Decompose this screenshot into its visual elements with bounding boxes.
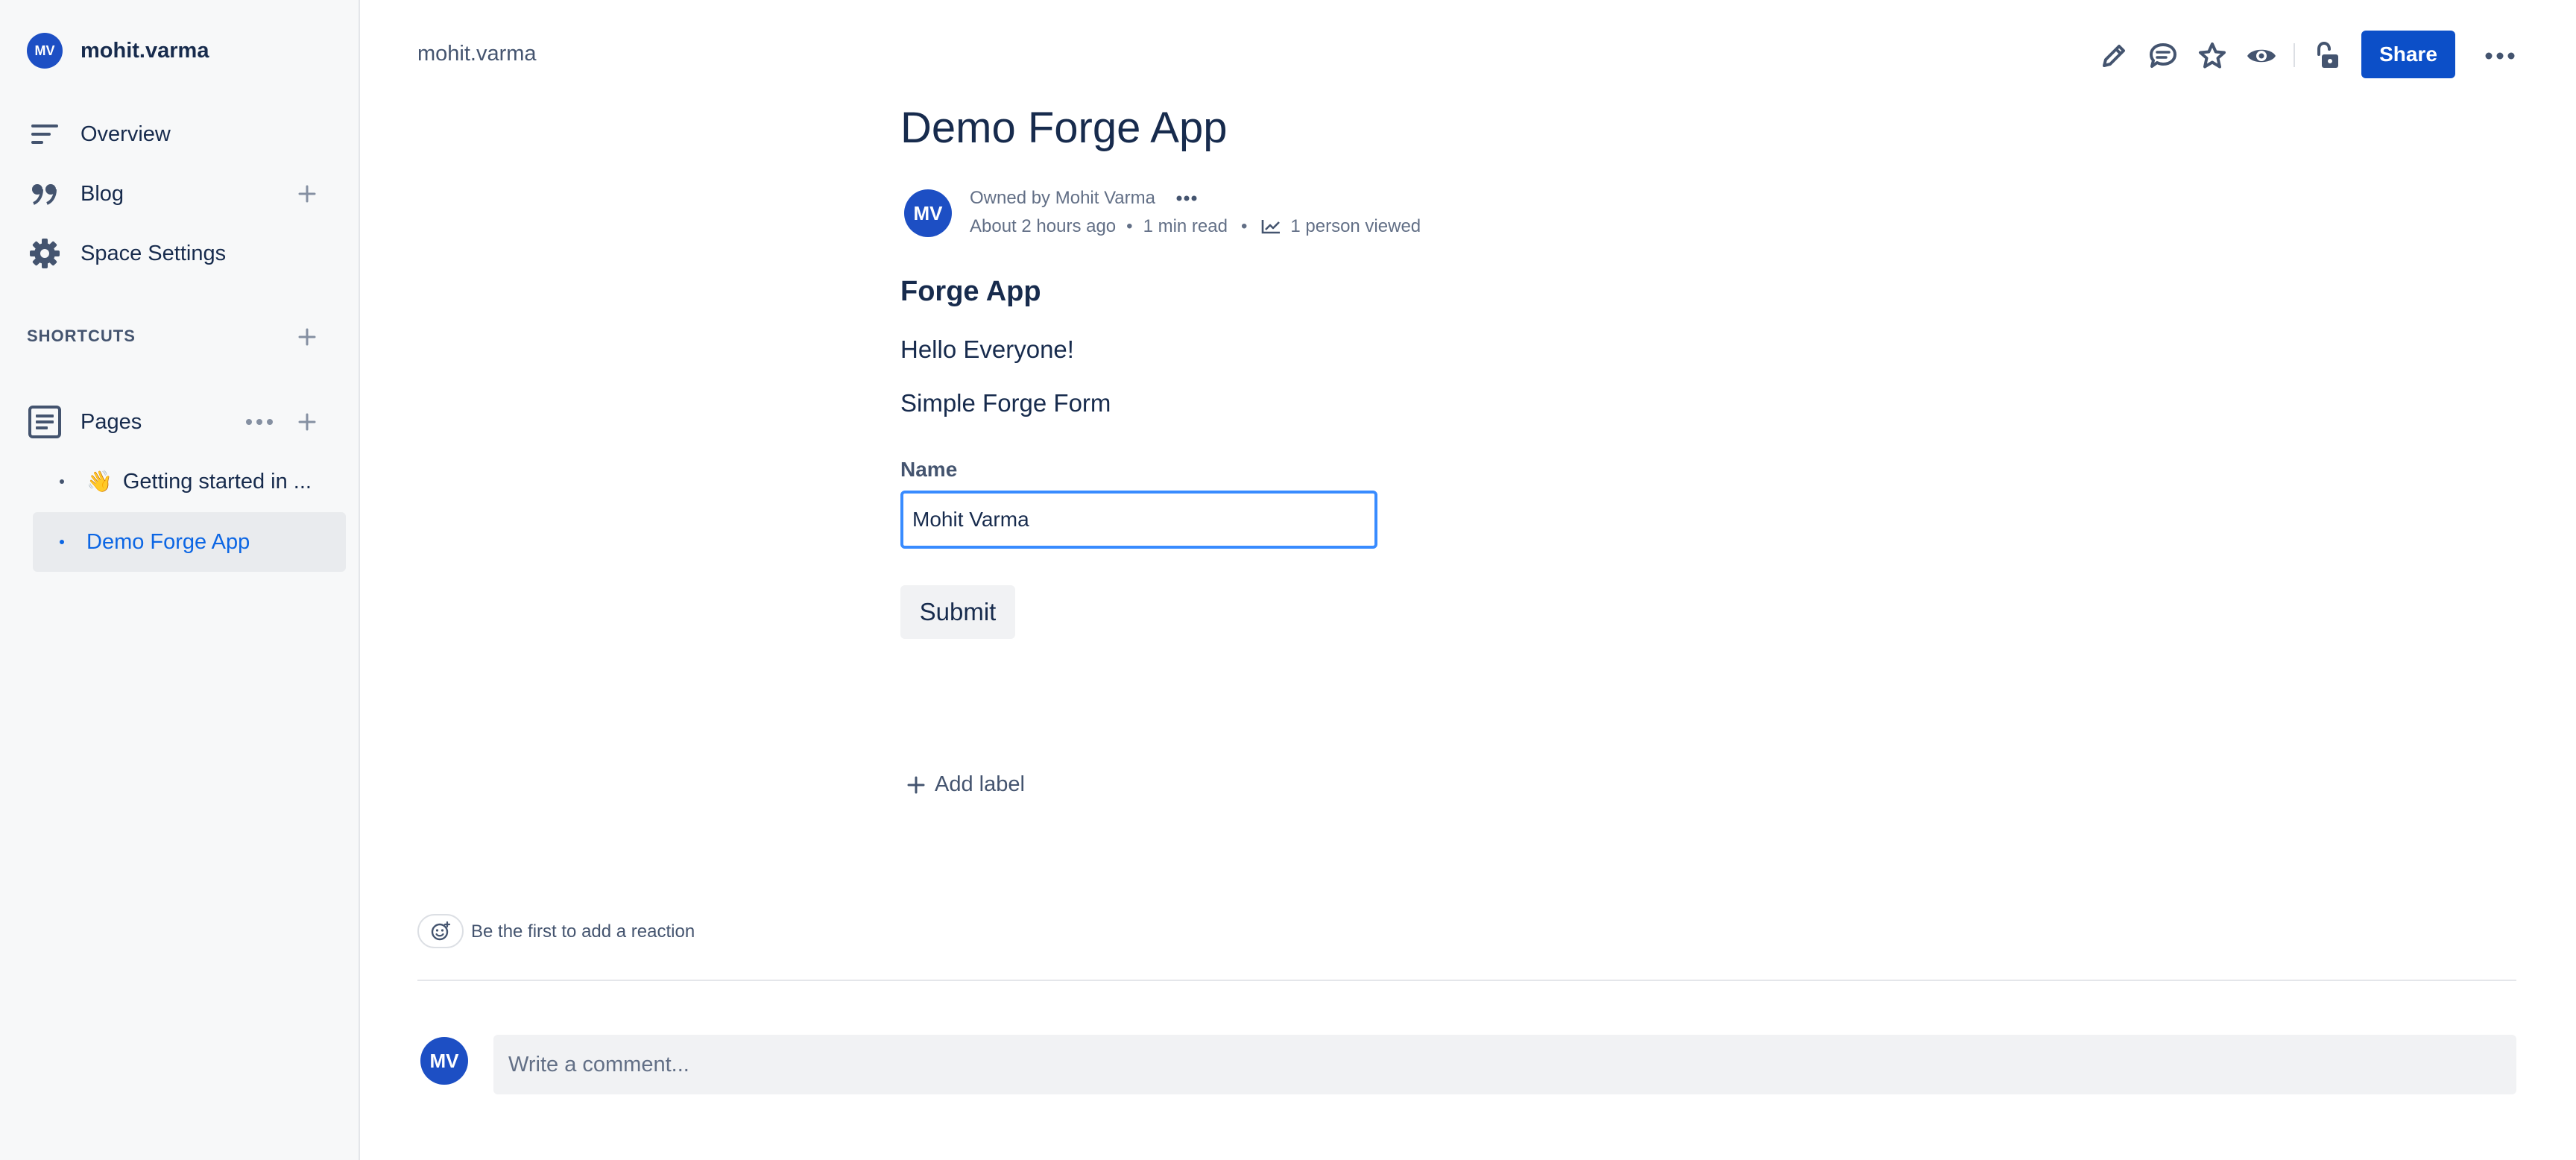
sidebar-item-overview[interactable]: Overview: [27, 112, 171, 157]
gear-icon: [27, 236, 63, 271]
create-page-button[interactable]: [292, 407, 322, 437]
pages-more-button[interactable]: [244, 407, 274, 437]
add-label-text: Add label: [935, 772, 1025, 796]
divider: [417, 980, 2516, 981]
page-tree-item-getting-started[interactable]: 👋 Getting started in ...: [33, 452, 346, 511]
owner-text[interactable]: Owned by Mohit Varma: [970, 188, 1155, 209]
sidebar-item-space-settings[interactable]: Space Settings: [27, 231, 226, 276]
plus-icon: [298, 413, 316, 431]
content-paragraph: Simple Forge Form: [900, 389, 1111, 417]
page-tree-item-demo-forge-app[interactable]: Demo Forge App: [33, 512, 346, 572]
views-count[interactable]: 1 person viewed: [1290, 216, 1421, 237]
sidebar-item-label: Overview: [80, 122, 171, 146]
plus-icon: [906, 775, 926, 795]
byline-meta: About 2 hours ago • 1 min read • 1 perso…: [970, 216, 1421, 237]
add-shortcut-button[interactable]: [292, 322, 322, 352]
plus-icon: [298, 185, 316, 203]
submit-button[interactable]: Submit: [900, 585, 1015, 639]
share-button[interactable]: Share: [2361, 31, 2455, 78]
sidebar: MV mohit.varma Overview Blog Space Setti…: [0, 0, 360, 1160]
owner-avatar[interactable]: MV: [904, 189, 952, 237]
restrictions-icon[interactable]: [2305, 30, 2349, 82]
space-header[interactable]: MV mohit.varma: [27, 33, 209, 69]
add-reaction-button[interactable]: [417, 914, 464, 948]
pages-icon: [27, 404, 63, 440]
reaction-prompt: Be the first to add a reaction: [471, 921, 695, 942]
comment-icon[interactable]: [2141, 30, 2185, 82]
waving-hand-icon: 👋: [86, 470, 113, 493]
plus-icon: [298, 328, 316, 346]
commenter-avatar: MV: [420, 1037, 468, 1085]
sidebar-item-label: Space Settings: [80, 241, 227, 265]
read-time: 1 min read: [1143, 216, 1228, 236]
content-paragraph: Hello Everyone!: [900, 335, 1074, 363]
name-field[interactable]: [900, 491, 1377, 549]
space-name[interactable]: mohit.varma: [80, 39, 209, 63]
sidebar-item-blog[interactable]: Blog: [27, 171, 124, 216]
more-icon: [246, 419, 273, 425]
overview-icon: [27, 116, 63, 152]
byline-more-button[interactable]: [1173, 186, 1200, 210]
analytics-icon: [1260, 218, 1281, 235]
space-avatar[interactable]: MV: [27, 33, 63, 69]
separator: •: [1126, 216, 1133, 236]
quote-icon: [27, 176, 63, 212]
add-label-button[interactable]: Add label: [906, 772, 1025, 797]
bullet-icon: [60, 540, 64, 544]
sidebar-item-label: Blog: [80, 181, 124, 206]
content-heading: Forge App: [900, 276, 1041, 307]
confluence-page: MV mohit.varma Overview Blog Space Setti…: [0, 0, 2576, 1160]
bullet-icon: [60, 479, 64, 484]
breadcrumb[interactable]: mohit.varma: [417, 42, 537, 66]
more-icon: [1176, 195, 1197, 201]
page-title: Demo Forge App: [900, 104, 1228, 152]
comment-input[interactable]: Write a comment...: [493, 1035, 2516, 1094]
emoji-add-icon: [431, 921, 451, 941]
sidebar-item-pages[interactable]: Pages: [27, 400, 142, 444]
more-icon[interactable]: [2478, 30, 2522, 82]
create-blog-button[interactable]: [292, 179, 322, 209]
page-tree-label: 👋 Getting started in ...: [86, 470, 312, 494]
separator: •: [1240, 216, 1248, 236]
watch-icon[interactable]: [2239, 30, 2284, 82]
page-tree-label: Demo Forge App: [86, 529, 250, 554]
last-updated[interactable]: About 2 hours ago: [970, 216, 1116, 237]
toolbar-divider: [2294, 43, 2295, 67]
star-icon[interactable]: [2190, 30, 2235, 82]
sidebar-item-label: Pages: [80, 409, 142, 434]
name-field-label: Name: [900, 458, 958, 481]
shortcuts-heading: SHORTCUTS: [27, 327, 136, 345]
edit-icon[interactable]: [2092, 30, 2136, 82]
